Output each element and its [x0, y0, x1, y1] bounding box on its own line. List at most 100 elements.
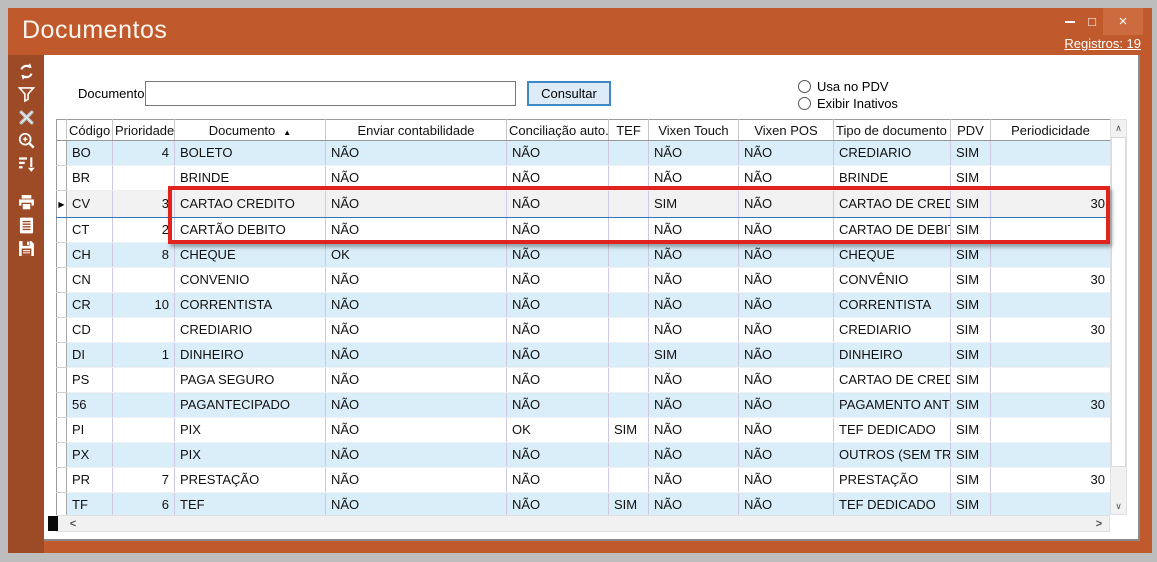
- cell-tipo_pdv[interactable]: CONVÊNIO: [834, 268, 951, 293]
- cell-conciliacao[interactable]: NÃO: [507, 268, 609, 293]
- cell-documento[interactable]: PIX: [175, 443, 326, 468]
- cell-tef[interactable]: [609, 343, 649, 368]
- report-icon[interactable]: [14, 214, 38, 237]
- cell-codigo[interactable]: PS: [67, 368, 113, 393]
- cell-enviar[interactable]: NÃO: [326, 166, 507, 191]
- cell-pdv[interactable]: SIM: [951, 243, 991, 268]
- cell-vixen_pos[interactable]: NÃO: [739, 393, 834, 418]
- table-row[interactable]: 56PAGANTECIPADONÃONÃONÃONÃOPAGAMENTO ANT…: [57, 393, 1111, 418]
- documento-input[interactable]: [145, 81, 516, 106]
- cell-periodicidade[interactable]: [991, 443, 1111, 468]
- vertical-scrollbar[interactable]: ∧ ∨: [1110, 119, 1127, 515]
- cell-prioridade[interactable]: 10: [113, 293, 175, 318]
- cell-tef[interactable]: [609, 141, 649, 166]
- cell-prioridade[interactable]: [113, 443, 175, 468]
- cell-tef[interactable]: SIM: [609, 493, 649, 518]
- cell-enviar[interactable]: NÃO: [326, 368, 507, 393]
- column-header-pdv[interactable]: PDV: [951, 120, 991, 141]
- cell-vixen_pos[interactable]: NÃO: [739, 418, 834, 443]
- table-row[interactable]: CH8CHEQUEOKNÃONÃONÃOCHEQUESIM: [57, 243, 1111, 268]
- table-row[interactable]: PXPIXNÃONÃONÃONÃOOUTROS (SEM TROCO)SIM: [57, 443, 1111, 468]
- cell-tipo_pdv[interactable]: PRESTAÇÃO: [834, 468, 951, 493]
- cell-prioridade[interactable]: [113, 318, 175, 343]
- cell-tipo_pdv[interactable]: CARTAO DE DEBITO: [834, 218, 951, 243]
- cell-documento[interactable]: CARTAO CREDITO: [175, 191, 326, 218]
- row-gutter-cell[interactable]: [57, 443, 67, 468]
- cell-vixen_pos[interactable]: NÃO: [739, 166, 834, 191]
- cell-codigo[interactable]: PR: [67, 468, 113, 493]
- cell-vixen_touch[interactable]: NÃO: [649, 166, 739, 191]
- cell-documento[interactable]: CONVENIO: [175, 268, 326, 293]
- registros-link[interactable]: Registros: 19: [1064, 36, 1141, 51]
- cell-vixen_pos[interactable]: NÃO: [739, 141, 834, 166]
- cell-conciliacao[interactable]: NÃO: [507, 191, 609, 218]
- cell-pdv[interactable]: SIM: [951, 268, 991, 293]
- cell-tipo_pdv[interactable]: CARTAO DE CREDITO: [834, 191, 951, 218]
- cell-conciliacao[interactable]: NÃO: [507, 343, 609, 368]
- row-gutter-cell[interactable]: [57, 268, 67, 293]
- cell-vixen_pos[interactable]: NÃO: [739, 443, 834, 468]
- cell-conciliacao[interactable]: NÃO: [507, 218, 609, 243]
- sort-icon[interactable]: [14, 152, 38, 175]
- cell-tipo_pdv[interactable]: CARTAO DE CREDITO: [834, 368, 951, 393]
- cell-tef[interactable]: [609, 191, 649, 218]
- cell-tef[interactable]: [609, 318, 649, 343]
- cell-vixen_pos[interactable]: NÃO: [739, 293, 834, 318]
- cell-pdv[interactable]: SIM: [951, 191, 991, 218]
- row-gutter-cell[interactable]: [57, 318, 67, 343]
- cell-pdv[interactable]: SIM: [951, 218, 991, 243]
- cell-periodicidade[interactable]: [991, 368, 1111, 393]
- cell-tipo_pdv[interactable]: CREDIARIO: [834, 318, 951, 343]
- cell-tipo_pdv[interactable]: CORRENTISTA: [834, 293, 951, 318]
- cell-tef[interactable]: [609, 293, 649, 318]
- cell-tipo_pdv[interactable]: PAGAMENTO ANTECIPADO: [834, 393, 951, 418]
- cell-vixen_touch[interactable]: NÃO: [649, 141, 739, 166]
- table-row[interactable]: CT2CARTÃO DEBITONÃONÃONÃONÃOCARTAO DE DE…: [57, 218, 1111, 243]
- row-gutter-cell[interactable]: [57, 218, 67, 243]
- table-row[interactable]: CNCONVENIONÃONÃONÃONÃOCONVÊNIOSIM30: [57, 268, 1111, 293]
- refresh-icon[interactable]: [14, 60, 38, 83]
- print-icon[interactable]: [14, 191, 38, 214]
- row-gutter-cell[interactable]: [57, 468, 67, 493]
- zoom-icon[interactable]: [14, 129, 38, 152]
- cell-vixen_pos[interactable]: NÃO: [739, 218, 834, 243]
- cell-vixen_pos[interactable]: NÃO: [739, 318, 834, 343]
- cell-codigo[interactable]: CT: [67, 218, 113, 243]
- cell-tef[interactable]: [609, 218, 649, 243]
- cell-prioridade[interactable]: [113, 268, 175, 293]
- cell-conciliacao[interactable]: NÃO: [507, 141, 609, 166]
- cell-documento[interactable]: DINHEIRO: [175, 343, 326, 368]
- cell-documento[interactable]: CARTÃO DEBITO: [175, 218, 326, 243]
- cell-documento[interactable]: CHEQUE: [175, 243, 326, 268]
- cell-prioridade[interactable]: 4: [113, 141, 175, 166]
- scroll-up-icon[interactable]: ∧: [1111, 120, 1126, 136]
- minimize-button[interactable]: —: [1059, 8, 1081, 35]
- cell-tipo_pdv[interactable]: TEF DEDICADO: [834, 493, 951, 518]
- cell-vixen_touch[interactable]: NÃO: [649, 418, 739, 443]
- usa-no-pdv-radio[interactable]: Usa no PDV: [798, 78, 898, 95]
- table-row[interactable]: BO4BOLETONÃONÃONÃONÃOCREDIARIOSIM: [57, 141, 1111, 166]
- cell-pdv[interactable]: SIM: [951, 166, 991, 191]
- cell-conciliacao[interactable]: NÃO: [507, 293, 609, 318]
- horizontal-scrollbar[interactable]: < >: [56, 515, 1110, 532]
- row-gutter-cell[interactable]: ▶: [57, 191, 67, 218]
- row-gutter-cell[interactable]: [57, 418, 67, 443]
- cell-enviar[interactable]: NÃO: [326, 293, 507, 318]
- radio-circle-icon[interactable]: [798, 97, 811, 110]
- cell-vixen_touch[interactable]: NÃO: [649, 293, 739, 318]
- cell-enviar[interactable]: NÃO: [326, 191, 507, 218]
- cell-conciliacao[interactable]: NÃO: [507, 318, 609, 343]
- cell-conciliacao[interactable]: NÃO: [507, 468, 609, 493]
- cell-tipo_pdv[interactable]: OUTROS (SEM TROCO): [834, 443, 951, 468]
- cell-prioridade[interactable]: 1: [113, 343, 175, 368]
- filter-icon[interactable]: [14, 83, 38, 106]
- cell-conciliacao[interactable]: NÃO: [507, 243, 609, 268]
- cell-vixen_pos[interactable]: NÃO: [739, 493, 834, 518]
- table-row[interactable]: BRBRINDENÃONÃONÃONÃOBRINDESIM: [57, 166, 1111, 191]
- scroll-right-icon[interactable]: >: [1091, 516, 1107, 531]
- cell-prioridade[interactable]: 8: [113, 243, 175, 268]
- table-row[interactable]: CDCREDIARIONÃONÃONÃONÃOCREDIARIOSIM30: [57, 318, 1111, 343]
- cell-periodicidade[interactable]: 30: [991, 191, 1111, 218]
- cell-vixen_pos[interactable]: NÃO: [739, 243, 834, 268]
- cell-codigo[interactable]: PI: [67, 418, 113, 443]
